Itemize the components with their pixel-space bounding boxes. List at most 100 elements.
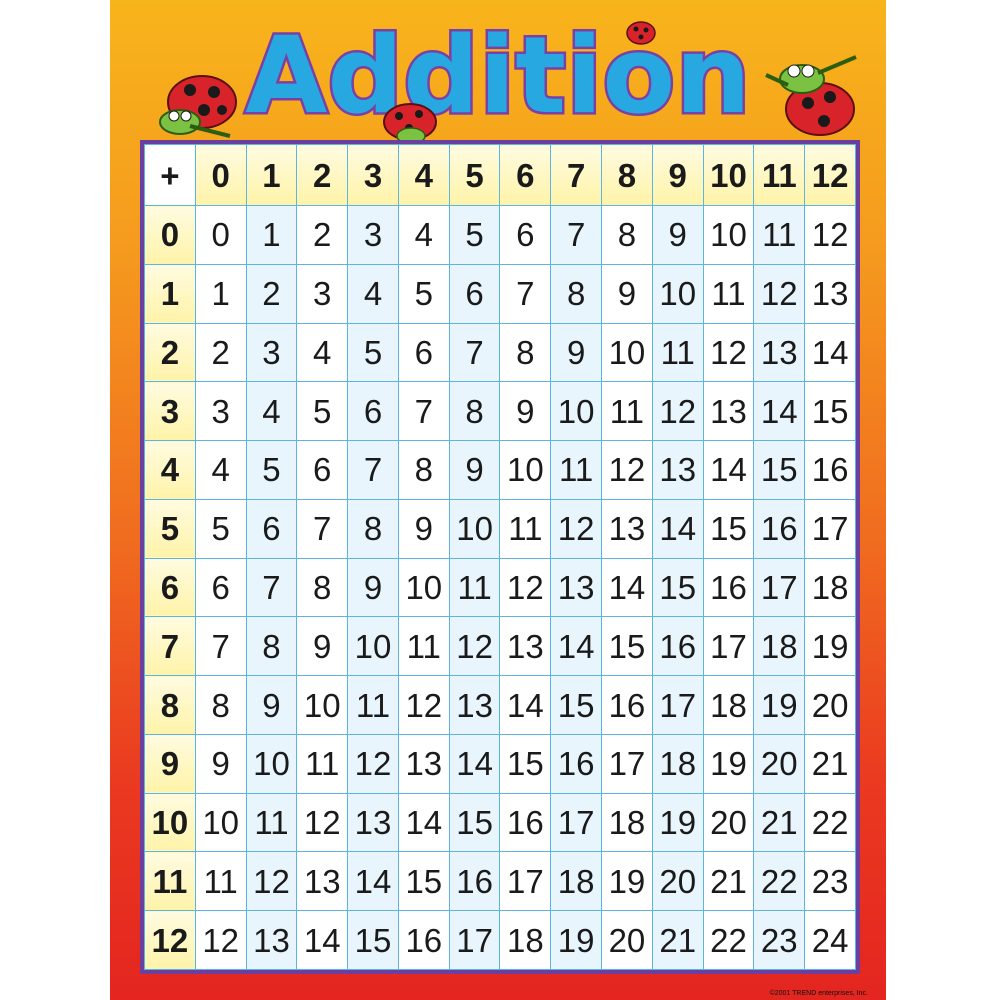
sum-cell: 13: [702, 381, 755, 442]
sum-cell: 6: [194, 557, 247, 618]
sum-cell: 12: [550, 498, 603, 559]
sum-cell: 11: [448, 557, 501, 618]
sum-cell: 24: [804, 910, 856, 970]
sum-cell: 5: [448, 205, 501, 265]
sum-cell: 16: [499, 792, 552, 853]
sum-cell: 10: [347, 616, 399, 677]
sum-cell: 18: [702, 675, 755, 735]
row-header: 2: [144, 322, 196, 383]
row-header: 10: [144, 792, 196, 853]
sum-cell: 12: [702, 322, 755, 383]
sum-cell: 6: [296, 440, 349, 500]
sum-cell: 5: [296, 381, 349, 442]
sum-cell: 14: [702, 440, 755, 500]
sum-cell: 8: [194, 675, 247, 735]
row-header: 0: [144, 205, 196, 265]
sum-cell: 12: [804, 205, 856, 265]
sum-cell: 18: [651, 733, 704, 794]
sum-cell: 15: [347, 910, 399, 970]
sum-cell: 13: [499, 616, 552, 677]
sum-cell: 14: [499, 675, 552, 735]
sum-cell: 7: [245, 557, 298, 618]
sum-cell: 18: [550, 851, 603, 912]
sum-cell: 12: [397, 675, 450, 735]
addition-grid: +0 1 2 3 4 5 6 7 8 9 10 11 12 0 0 1 2 3 4 5 6 7 8 9 10 11 12 1 1 2 3 4 5…: [144, 144, 856, 970]
column-header: 12: [804, 144, 856, 206]
sum-cell: 14: [296, 910, 349, 970]
sum-cell: 22: [702, 910, 755, 970]
sum-cell: 3: [194, 381, 247, 442]
sum-cell: 13: [296, 851, 349, 912]
sum-cell: 3: [347, 205, 399, 265]
sum-cell: 10: [550, 381, 603, 442]
sum-cell: 15: [601, 616, 653, 677]
sum-cell: 16: [397, 910, 450, 970]
sum-cell: 15: [804, 381, 856, 442]
sum-cell: 11: [753, 205, 806, 265]
sum-cell: 3: [245, 322, 298, 383]
sum-cell: 16: [448, 851, 501, 912]
table-row: 11 11 12 13 14 15 16 17 18 19 20 21 22 23: [144, 851, 856, 912]
column-header: 2: [296, 144, 349, 206]
column-header: 6: [499, 144, 552, 206]
sum-cell: 12: [194, 910, 247, 970]
row-header: 5: [144, 498, 196, 559]
sum-cell: 7: [397, 381, 450, 442]
sum-cell: 16: [651, 616, 704, 677]
sum-cell: 10: [245, 733, 298, 794]
sum-cell: 15: [702, 498, 755, 559]
sum-cell: 13: [245, 910, 298, 970]
sum-cell: 21: [702, 851, 755, 912]
sum-cell: 10: [702, 205, 755, 265]
sum-cell: 8: [499, 322, 552, 383]
sum-cell: 15: [499, 733, 552, 794]
row-header: 1: [144, 263, 196, 324]
sum-cell: 9: [651, 205, 704, 265]
row-header: 3: [144, 381, 196, 442]
table-row: 7 7 8 9 10 11 12 13 14 15 16 17 18 19: [144, 616, 856, 677]
table-row: 1 1 2 3 4 5 6 7 8 9 10 11 12 13: [144, 263, 856, 324]
table-row: 0 0 1 2 3 4 5 6 7 8 9 10 11 12: [144, 205, 856, 265]
sum-cell: 19: [601, 851, 653, 912]
sum-cell: 13: [448, 675, 501, 735]
sum-cell: 14: [550, 616, 603, 677]
page-title: Addition: [245, 14, 750, 137]
sum-cell: 5: [347, 322, 399, 383]
sum-cell: 5: [245, 440, 298, 500]
sum-cell: 14: [347, 851, 399, 912]
sum-cell: 18: [601, 792, 653, 853]
sum-cell: 23: [753, 910, 806, 970]
sum-cell: 12: [499, 557, 552, 618]
sum-cell: 1: [245, 205, 298, 265]
sum-cell: 4: [347, 263, 399, 324]
sum-cell: 8: [601, 205, 653, 265]
column-header: 4: [397, 144, 450, 206]
sum-cell: 5: [194, 498, 247, 559]
sum-cell: 20: [702, 792, 755, 853]
sum-cell: 16: [753, 498, 806, 559]
sum-cell: 11: [347, 675, 399, 735]
sum-cell: 19: [651, 792, 704, 853]
sum-cell: 6: [347, 381, 399, 442]
column-header: 1: [245, 144, 298, 206]
sum-cell: 17: [601, 733, 653, 794]
sum-cell: 7: [347, 440, 399, 500]
sum-cell: 12: [651, 381, 704, 442]
sum-cell: 7: [296, 498, 349, 559]
sum-cell: 4: [245, 381, 298, 442]
addition-poster: Addition +0 1 2 3 4 5 6 7 8 9 10 11 12 0…: [110, 0, 886, 1000]
sum-cell: 11: [702, 263, 755, 324]
sum-cell: 7: [499, 263, 552, 324]
sum-cell: 13: [651, 440, 704, 500]
sum-cell: 9: [194, 733, 247, 794]
sum-cell: 4: [397, 205, 450, 265]
sum-cell: 14: [651, 498, 704, 559]
sum-cell: 14: [601, 557, 653, 618]
grasshopper-icon: [765, 55, 857, 136]
column-header: 0: [194, 144, 247, 206]
sum-cell: 9: [347, 557, 399, 618]
sum-cell: 15: [550, 675, 603, 735]
ladybug-icon: [626, 21, 656, 45]
sum-cell: 11: [499, 498, 552, 559]
addition-table: +0 1 2 3 4 5 6 7 8 9 10 11 12 0 0 1 2 3 4 5 6 7 8 9 10 11 12 1 1 2 3 4 5…: [140, 140, 860, 974]
